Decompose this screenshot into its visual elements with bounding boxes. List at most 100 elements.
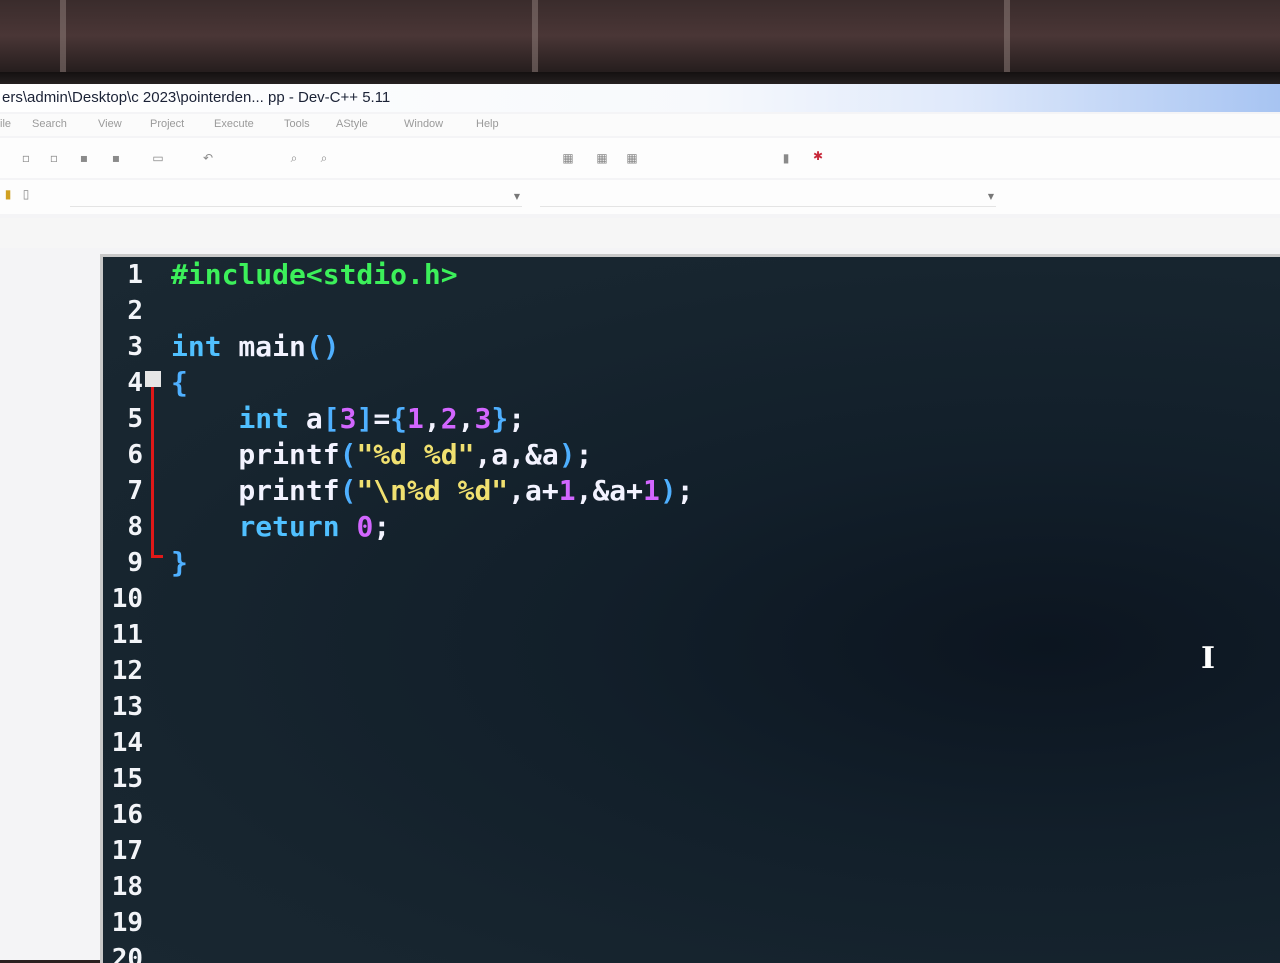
menu-help[interactable]: Help: [476, 118, 499, 130]
code-token: #include<stdio.h>: [171, 258, 458, 291]
open-file-icon[interactable]: ▫: [46, 150, 62, 166]
line-number: 13: [111, 692, 143, 722]
code-token: printf: [171, 438, 340, 471]
line-number: 16: [111, 800, 143, 830]
save-icon[interactable]: ▪: [76, 150, 92, 166]
code-token: 3: [474, 402, 492, 435]
fold-range-end: [151, 555, 163, 558]
code-line[interactable]: printf("\n%d %d",a+1,&a+1);: [171, 473, 694, 509]
line-number: 15: [111, 764, 143, 794]
code-editor[interactable]: 1 2 3 4 5 6 7 8 9 10 11 12 13 14 15 16 17 18 19 20 #include…: [100, 254, 1280, 963]
code-token: (: [339, 438, 357, 471]
code-token: ,: [423, 402, 441, 435]
code-token: ;: [575, 438, 593, 471]
code-token: return: [238, 510, 340, 543]
compile-icon[interactable]: ▦: [560, 150, 576, 166]
code-line[interactable]: int a[3]={1,2,3};: [171, 401, 525, 437]
code-token: "%d %d": [356, 438, 475, 471]
code-token: ;: [508, 402, 526, 435]
code-line[interactable]: }: [171, 545, 188, 581]
menu-execute[interactable]: Execute: [214, 118, 254, 130]
line-number: 5: [127, 404, 143, 434]
undo-icon[interactable]: ↶: [200, 150, 216, 166]
line-number: 2: [127, 296, 143, 326]
wall-slat: [60, 0, 66, 72]
line-number: 8: [127, 512, 143, 542]
fold-toggle[interactable]: [145, 371, 161, 387]
line-number: 6: [127, 440, 143, 470]
code-token: ;: [676, 474, 694, 507]
menu-project[interactable]: Project: [150, 118, 184, 130]
compile-run-icon[interactable]: ▦: [624, 150, 640, 166]
code-token: int: [238, 402, 290, 435]
code-token: ,: [508, 474, 526, 507]
print-icon[interactable]: ▭: [150, 150, 166, 166]
code-token: {: [171, 366, 188, 399]
chevron-down-icon: ▼: [513, 192, 520, 201]
secondary-toolbar: ▮ ▯ ▼ ▼: [0, 180, 1280, 214]
code-line[interactable]: #include<stdio.h>: [171, 257, 458, 293]
line-number: 11: [111, 620, 143, 650]
menu-window[interactable]: Window: [404, 118, 443, 130]
code-line[interactable]: printf("%d %d",a,&a);: [171, 437, 592, 473]
chart-icon[interactable]: ▮: [778, 150, 794, 166]
code-token: 1: [643, 474, 660, 507]
code-token: ): [558, 438, 576, 471]
code-token: ,: [474, 438, 492, 471]
line-number: 7: [127, 476, 143, 506]
function-selector[interactable]: ▼: [540, 188, 996, 207]
code-token: 3: [339, 402, 357, 435]
code-line[interactable]: int main(): [171, 329, 340, 365]
replace-icon[interactable]: ⌕: [316, 150, 332, 166]
menu-tools[interactable]: Tools: [284, 118, 310, 130]
wall-slat: [532, 0, 538, 72]
code-token: =: [373, 402, 391, 435]
debug-icon[interactable]: ✱: [810, 148, 826, 164]
line-number: 4: [127, 368, 143, 398]
code-token: a: [491, 438, 509, 471]
background-wall: [0, 0, 1280, 80]
code-token: a: [289, 402, 323, 435]
menu-search[interactable]: Search: [32, 118, 67, 130]
run-icon[interactable]: ▦: [594, 150, 610, 166]
line-number: 19: [111, 908, 143, 938]
code-token: 2: [440, 402, 458, 435]
line-number: 9: [127, 548, 143, 578]
menu-file[interactable]: ile: [0, 118, 11, 130]
indent-icon[interactable]: ▯: [18, 186, 34, 202]
line-number: 12: [111, 656, 143, 686]
code-token: ]: [356, 402, 374, 435]
bookmark-icon[interactable]: ▮: [0, 186, 16, 202]
file-tab-strip: [0, 218, 1280, 248]
code-token: {: [390, 402, 408, 435]
menu-view[interactable]: View: [98, 118, 122, 130]
code-token: int: [171, 330, 222, 363]
line-number: 18: [111, 872, 143, 902]
code-token: 0: [356, 510, 374, 543]
code-token: ): [659, 474, 677, 507]
code-token: a+: [525, 474, 559, 507]
title-bar: ers\admin\Desktop\c 2023\pointerden... p…: [0, 84, 1280, 112]
code-token: 1: [407, 402, 424, 435]
wall-slat: [1004, 0, 1010, 72]
code-token: (: [339, 474, 357, 507]
find-icon[interactable]: ⌕: [286, 150, 302, 166]
line-number-gutter: 1 2 3 4 5 6 7 8 9 10 11 12 13 14 15 16 17 18 19 20: [103, 257, 165, 963]
new-file-icon[interactable]: ▫: [18, 150, 34, 166]
line-number: 14: [111, 728, 143, 758]
code-token: }: [171, 546, 188, 579]
line-number: 17: [111, 836, 143, 866]
menu-astyle[interactable]: AStyle: [336, 118, 368, 130]
save-all-icon[interactable]: ▪: [108, 150, 124, 166]
code-token: &a+: [592, 474, 644, 507]
code-token: 1: [558, 474, 576, 507]
line-number: 10: [111, 584, 143, 614]
window-title: ers\admin\Desktop\c 2023\pointerden... p…: [2, 89, 391, 106]
code-token: ,: [457, 402, 475, 435]
code-line[interactable]: return 0;: [171, 509, 390, 545]
code-line[interactable]: {: [171, 365, 188, 401]
class-selector[interactable]: ▼: [70, 188, 522, 207]
code-token: main: [221, 330, 306, 363]
